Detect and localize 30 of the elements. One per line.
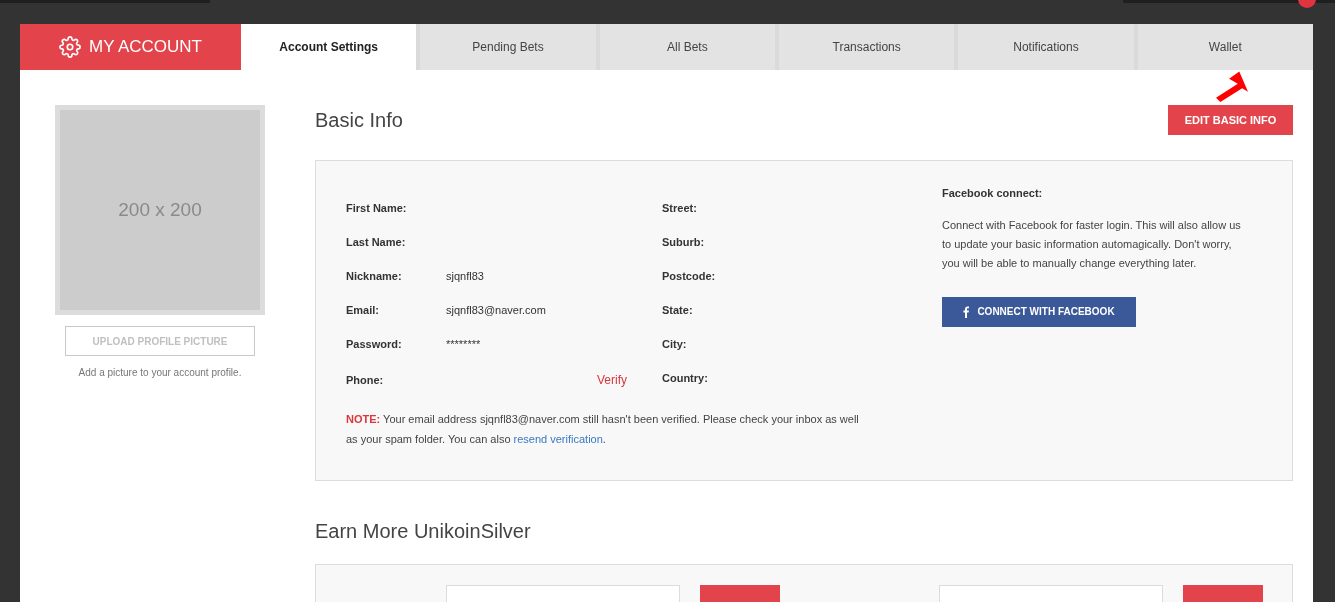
- field-label: Country:: [662, 370, 708, 386]
- facebook-connect-text: Connect with Facebook for faster login. This will also allow us to update your basic information automagically. Don't worry, you will be able to manually change everything later.: [942, 217, 1242, 271]
- edit-basic-info-button[interactable]: EDIT BASIC INFO: [1168, 105, 1293, 135]
- placeholder-size-label: 200 x 200: [118, 197, 202, 222]
- field-label: Email:: [346, 302, 380, 318]
- field-value: sjqnfl83@naver.com: [446, 302, 546, 318]
- field-label: Nickname:: [346, 268, 403, 284]
- resend-verification-link[interactable]: resend verification: [513, 433, 603, 445]
- field-label: State:: [662, 302, 693, 318]
- tab[interactable]: Account Settings: [241, 24, 417, 70]
- field-label: Street:: [662, 200, 697, 216]
- verify-link[interactable]: Verify: [597, 371, 627, 389]
- upload-hint: Add a picture to your account profile.: [77, 366, 243, 380]
- field-label: City:: [662, 336, 687, 352]
- facebook-connect-title: Facebook connect:: [942, 186, 1044, 201]
- section-title: Basic Info: [315, 108, 403, 133]
- field-label: Last Name:: [346, 234, 407, 250]
- field-value: sjqnfl83: [446, 268, 484, 284]
- connect-with-facebook-button[interactable]: CONNECT WITH FACEBOOK: [942, 296, 1136, 327]
- settings-icon: [58, 36, 81, 58]
- section-title: Earn More UnikoinSilver: [315, 520, 531, 542]
- facebook-icon: [963, 305, 970, 318]
- field-label: First Name:: [346, 200, 408, 216]
- verification-note: NOTE: Your email address sjqnfl83@naver.com still hasn't been verified. Please check your inbox as well as your spam folder. You can also resend verification.: [346, 412, 860, 447]
- field-label: Phone:: [346, 372, 385, 388]
- field-label: Password:: [346, 336, 403, 352]
- account-title: MY ACCOUNT: [88, 36, 202, 59]
- field-label: Suburb:: [662, 234, 705, 250]
- field-value: ********: [446, 336, 481, 352]
- field-label: Postcode:: [662, 268, 716, 284]
